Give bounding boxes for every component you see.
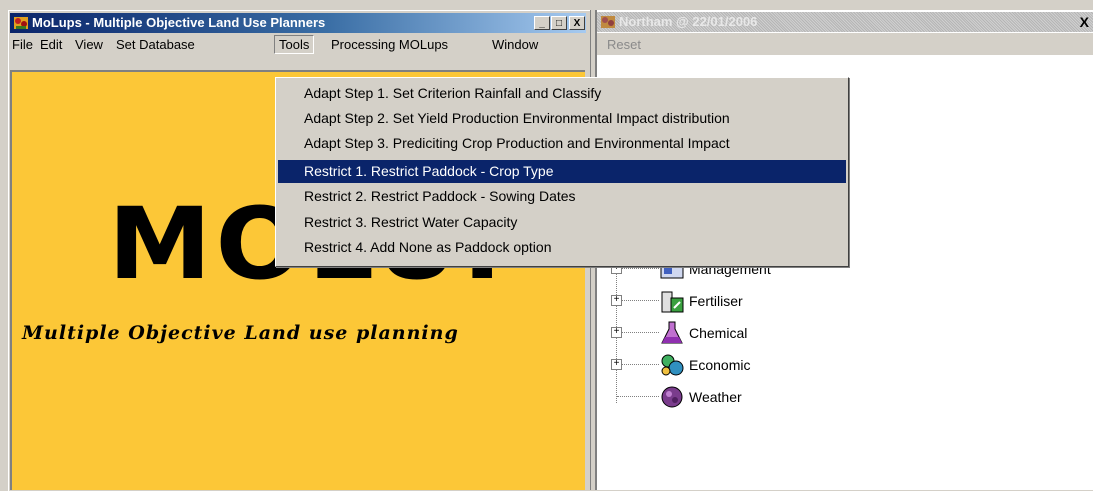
menu-item-adapt-step-3[interactable]: Adapt Step 3. Prediciting Crop Productio… — [278, 132, 846, 155]
fertiliser-icon — [661, 291, 684, 313]
chemical-icon — [661, 321, 683, 344]
menu-item-restrict-2[interactable]: Restrict 2. Restrict Paddock - Sowing Da… — [278, 185, 846, 208]
economic-icon — [661, 354, 684, 376]
tree-label: Chemical — [689, 325, 748, 341]
tools-menu-dropdown: Adapt Step 1. Set Criterion Rainfall and… — [275, 77, 849, 267]
menu-item-adapt-step-2[interactable]: Adapt Step 2. Set Yield Production Envir… — [278, 107, 846, 130]
menu-tools[interactable]: Tools — [274, 35, 315, 54]
menu-item-restrict-3[interactable]: Restrict 3. Restrict Water Capacity — [278, 211, 846, 234]
northam-window-titlebar[interactable]: Northam @ 22/01/2006 X — [597, 12, 1093, 32]
menu-set-database[interactable]: Set Database — [116, 37, 195, 52]
close-button[interactable]: X — [569, 16, 585, 30]
main-window-title: MoLups - Multiple Objective Land Use Pla… — [32, 15, 326, 30]
menu-item-adapt-step-1[interactable]: Adapt Step 1. Set Criterion Rainfall and… — [278, 82, 846, 105]
menu-view[interactable]: View — [75, 37, 103, 52]
main-window-titlebar[interactable]: MoLups - Multiple Objective Land Use Pla… — [10, 13, 586, 33]
tree-label: Weather — [689, 389, 742, 405]
minimize-button[interactable]: _ — [534, 16, 550, 30]
close-icon[interactable]: X — [1080, 14, 1089, 30]
menu-window[interactable]: Window — [492, 37, 538, 52]
northam-menubar: Reset — [597, 33, 1093, 55]
tree-label: Fertiliser — [689, 293, 743, 309]
weather-icon — [661, 386, 683, 408]
main-menubar: File Edit View Set Database Tools Proces… — [10, 34, 586, 54]
menu-item-restrict-4[interactable]: Restrict 4. Add None as Paddock option — [278, 236, 846, 259]
reset-menu-item[interactable]: Reset — [607, 37, 641, 52]
app-icon — [14, 17, 28, 29]
molup-tagline: Multiple Objective Land use planning — [22, 322, 459, 344]
menu-edit[interactable]: Edit — [40, 37, 62, 52]
menu-item-restrict-1[interactable]: Restrict 1. Restrict Paddock - Crop Type — [278, 160, 846, 183]
northam-window-title: Northam @ 22/01/2006 — [619, 14, 758, 29]
maximize-button[interactable]: □ — [551, 16, 567, 30]
menu-file[interactable]: File — [12, 37, 33, 52]
app-icon — [601, 16, 615, 28]
menu-processing-molups[interactable]: Processing MOLups — [331, 37, 448, 52]
tree-label: Economic — [689, 357, 751, 373]
